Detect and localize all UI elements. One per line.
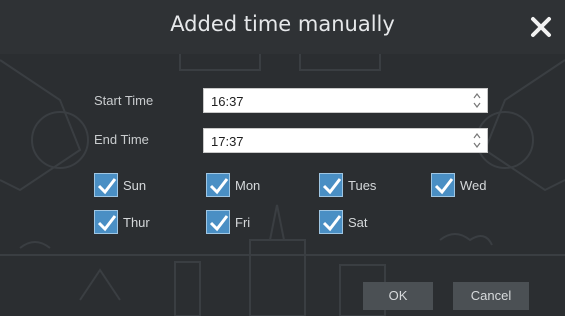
dialog-title: Added time manually	[170, 12, 395, 36]
title-bar: Added time manually	[0, 0, 565, 54]
checkmark-icon	[434, 178, 454, 195]
day-label: Wed	[460, 178, 487, 193]
end-time-input[interactable]: 17:37	[203, 128, 488, 153]
start-time-label: Start Time	[94, 93, 154, 108]
end-time-value: 17:37	[211, 134, 244, 149]
checkbox[interactable]	[319, 210, 343, 234]
checkbox[interactable]	[319, 173, 343, 197]
day-label: Fri	[235, 215, 251, 230]
add-time-dialog: Added time manually Start Time 16:37 End…	[0, 0, 565, 316]
day-label: Tues	[348, 178, 377, 193]
day-label: Mon	[235, 178, 261, 193]
checkbox[interactable]	[94, 210, 118, 234]
day-label: Sat	[348, 215, 368, 230]
checkbox[interactable]	[94, 173, 118, 197]
spinner-arrows-icon[interactable]	[473, 92, 481, 109]
spinner-arrows-icon[interactable]	[473, 132, 481, 149]
day-label: Thur	[123, 215, 150, 230]
end-time-label: End Time	[94, 132, 149, 147]
checkmark-icon	[97, 215, 117, 232]
start-time-value: 16:37	[211, 94, 244, 109]
checkbox[interactable]	[206, 210, 230, 234]
checkmark-icon	[97, 178, 117, 195]
close-icon[interactable]	[529, 15, 553, 39]
checkbox[interactable]	[206, 173, 230, 197]
checkmark-icon	[322, 178, 342, 195]
checkmark-icon	[209, 215, 229, 232]
day-label: Sun	[123, 178, 147, 193]
checkmark-icon	[209, 178, 229, 195]
ok-button[interactable]: OK	[363, 282, 433, 310]
start-time-input[interactable]: 16:37	[203, 88, 488, 113]
checkmark-icon	[322, 215, 342, 232]
cancel-button[interactable]: Cancel	[453, 282, 529, 310]
checkbox[interactable]	[431, 173, 455, 197]
